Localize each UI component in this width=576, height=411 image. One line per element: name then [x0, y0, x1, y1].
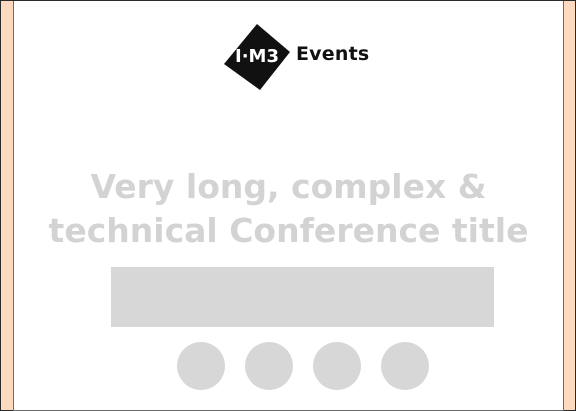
logo-mark-text: I·M3	[235, 46, 279, 67]
conference-title-line-1: Very long, complex &	[90, 167, 487, 206]
social-icon-row	[177, 342, 429, 390]
im3-logo-mark-icon: I·M3	[224, 24, 290, 90]
conference-title-line-2: technical Conference title	[48, 211, 529, 250]
social-icon-2[interactable]	[245, 342, 293, 390]
social-icon-4[interactable]	[381, 342, 429, 390]
event-card: I·M3 Events Very long, complex & technic…	[13, 1, 564, 411]
social-icon-3[interactable]	[313, 342, 361, 390]
social-icon-1[interactable]	[177, 342, 225, 390]
page-frame: I·M3 Events Very long, complex & technic…	[0, 0, 576, 411]
logo-text: Events	[296, 43, 370, 65]
placeholder-bar	[111, 267, 494, 327]
conference-title: Very long, complex & technical Conferenc…	[14, 165, 563, 253]
brand-logo[interactable]: I·M3 Events	[224, 24, 370, 90]
